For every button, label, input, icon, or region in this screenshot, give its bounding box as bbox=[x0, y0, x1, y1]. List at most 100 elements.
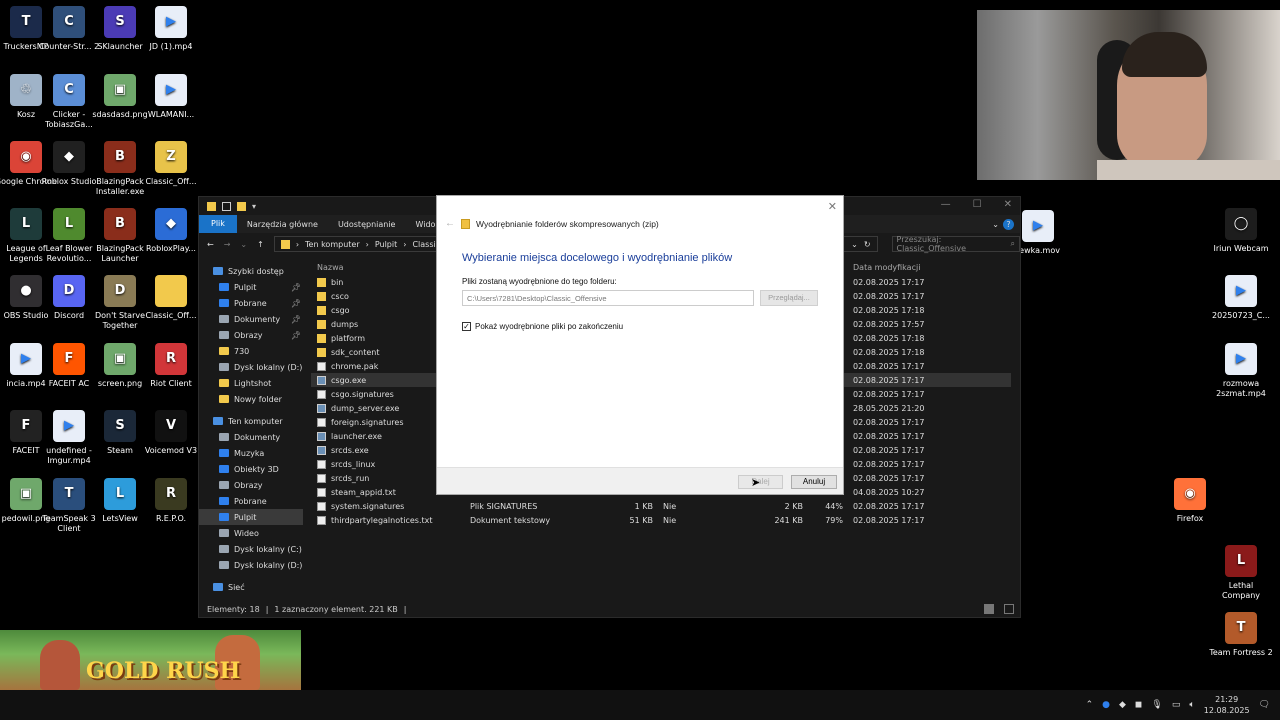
file-protected: Nie bbox=[663, 515, 677, 525]
app-icon: B bbox=[104, 141, 136, 173]
nav-item[interactable]: Pulpit 📌︎ bbox=[199, 279, 303, 295]
app-icon: C bbox=[53, 74, 85, 106]
desktop-icon[interactable]: V Voicemod V3 bbox=[139, 410, 203, 456]
desktop-icon-label: Iriun Webcam bbox=[1213, 244, 1269, 253]
nav-item[interactable]: Pobrane bbox=[199, 493, 303, 509]
desktop-icon[interactable]: ▶ 20250723_C... bbox=[1209, 275, 1273, 321]
desktop-icon[interactable]: R Riot Client bbox=[139, 343, 203, 389]
desktop-icon[interactable]: Classic_Off... bbox=[139, 275, 203, 321]
tab-narzedzia-glowne[interactable]: Narzędzia główne bbox=[237, 220, 328, 229]
nav-item[interactable]: Lightshot bbox=[199, 375, 303, 391]
pin-icon[interactable]: 📌︎ bbox=[291, 315, 301, 324]
tab-udostepnianie[interactable]: Udostępnianie bbox=[328, 220, 406, 229]
nav-item[interactable]: Dysk lokalny (C:) bbox=[199, 541, 303, 557]
column-date[interactable]: Data modyfikacji bbox=[853, 263, 920, 272]
file-row[interactable]: thirdpartylegalnotices.txt Dokument tekst… bbox=[311, 513, 1011, 527]
clock[interactable]: 21:29 12.08.2025 bbox=[1204, 694, 1250, 716]
nav-item-label: Ten komputer bbox=[228, 416, 283, 426]
desktop-icon[interactable]: ▶ WLAMANI... bbox=[139, 74, 203, 120]
nav-item[interactable]: Pulpit bbox=[199, 509, 303, 525]
nav-item-label: Pobrane bbox=[234, 496, 267, 506]
close-icon[interactable]: ✕ bbox=[828, 200, 837, 213]
breadcrumb-item[interactable]: Ten komputer bbox=[305, 240, 360, 249]
desktop-icon[interactable]: ▶ JD (1).mp4 bbox=[139, 6, 203, 52]
nav-item-icon bbox=[213, 267, 223, 275]
desktop-icon[interactable]: L Lethal Company bbox=[1209, 545, 1273, 601]
nav-item[interactable]: Dysk lokalny (D:) bbox=[199, 359, 303, 375]
dialog-header: ← Wyodrębnianie folderów skompresowanych… bbox=[445, 218, 659, 229]
nav-item[interactable]: Ten komputer bbox=[199, 413, 303, 429]
nav-item-label: Muzyka bbox=[234, 448, 265, 458]
address-dropdown-icon[interactable]: ⌄ bbox=[851, 240, 858, 249]
file-icon bbox=[317, 417, 326, 427]
desktop-icon[interactable]: Z Classic_Off... bbox=[139, 141, 203, 187]
up-arrow-icon[interactable]: ↑ bbox=[257, 240, 264, 249]
network-icon[interactable]: ▭ bbox=[1172, 700, 1181, 710]
nav-item[interactable]: Obrazy bbox=[199, 477, 303, 493]
desktop-icon[interactable]: ◆ RobloxPlay... bbox=[139, 208, 203, 254]
back-arrow-icon[interactable]: ← bbox=[207, 240, 214, 249]
app-icon: C bbox=[53, 6, 85, 38]
nav-item-label: Dysk lokalny (D:) bbox=[234, 362, 303, 372]
notifications-icon[interactable]: 🗨︎ bbox=[1259, 700, 1270, 710]
nav-item[interactable]: Muzyka bbox=[199, 445, 303, 461]
help-icon[interactable]: ? bbox=[1003, 218, 1014, 230]
nav-item-icon bbox=[219, 347, 229, 355]
large-icons-view-icon[interactable] bbox=[1004, 604, 1014, 614]
nav-item[interactable]: Dokumenty bbox=[199, 429, 303, 445]
forward-arrow-icon[interactable]: → bbox=[224, 240, 231, 249]
tray-app-icon[interactable]: ◼ bbox=[1135, 700, 1142, 710]
pin-icon[interactable]: 📌︎ bbox=[291, 331, 301, 340]
microphone-icon[interactable]: 🎙︎ bbox=[1151, 700, 1162, 710]
desktop-icon[interactable]: ◯ Iriun Webcam bbox=[1209, 208, 1273, 254]
minimize-icon[interactable]: — bbox=[941, 199, 951, 210]
file-row[interactable]: system.signatures Plik SIGNATURES 1 KB Nie 2… bbox=[311, 499, 1011, 513]
desktop-icon[interactable]: R R.E.P.O. bbox=[139, 478, 203, 524]
browse-button[interactable]: Przeglądaj... bbox=[760, 290, 818, 306]
nav-item[interactable]: Dysk lokalny (D:) bbox=[199, 557, 303, 573]
recent-dropdown-icon[interactable]: ⌄ bbox=[240, 240, 247, 249]
nav-item[interactable]: Sieć bbox=[199, 579, 303, 595]
folder-icon bbox=[317, 305, 326, 315]
nav-item[interactable]: Dokumenty 📌︎ bbox=[199, 311, 303, 327]
nav-item[interactable]: Pobrane 📌︎ bbox=[199, 295, 303, 311]
destination-label: Pliki zostaną wyodrębnione do tego folde… bbox=[462, 277, 617, 286]
chevron-down-icon[interactable]: ⌄ bbox=[988, 220, 1003, 229]
breadcrumb-item[interactable]: Pulpit bbox=[375, 240, 397, 249]
checkbox-icon[interactable] bbox=[222, 201, 231, 211]
destination-path-input[interactable]: C:\Users\7281\Desktop\Classic_Offensive bbox=[462, 290, 754, 306]
back-arrow-icon[interactable]: ← bbox=[445, 218, 455, 229]
pin-icon[interactable]: 📌︎ bbox=[291, 299, 301, 308]
zip-folder-icon bbox=[461, 218, 470, 229]
close-icon[interactable]: ✕ bbox=[1004, 199, 1012, 210]
file-protected: Nie bbox=[663, 501, 677, 511]
desktop-icon[interactable]: ◉ Firefox bbox=[1158, 478, 1222, 524]
maximize-icon[interactable]: ☐ bbox=[973, 199, 982, 210]
nav-item[interactable]: Obiekty 3D bbox=[199, 461, 303, 477]
nav-item-icon bbox=[219, 545, 229, 553]
nav-item[interactable]: Nowy folder bbox=[199, 391, 303, 407]
nav-item[interactable]: Wideo bbox=[199, 525, 303, 541]
details-view-icon[interactable] bbox=[984, 604, 994, 614]
nav-item[interactable]: Szybki dostęp bbox=[199, 263, 303, 279]
show-files-checkbox-row[interactable]: ✓ Pokaż wyodrębnione pliki po zakończeni… bbox=[462, 322, 623, 331]
tab-plik[interactable]: Plik bbox=[199, 215, 237, 233]
desktop-icon[interactable]: T Team Fortress 2 bbox=[1209, 612, 1273, 658]
nav-item[interactable]: 730 bbox=[199, 343, 303, 359]
next-button[interactable]: Dalej bbox=[738, 475, 783, 489]
file-date: 02.08.2025 17:17 bbox=[853, 375, 925, 385]
extract-dialog: ✕ ← Wyodrębnianie folderów skompresowany… bbox=[436, 195, 844, 495]
search-input[interactable]: Przeszukaj: Classic_Offensive ⌕ bbox=[891, 235, 1020, 253]
checkbox[interactable]: ✓ bbox=[462, 322, 471, 331]
tray-app-icon[interactable]: ◆ bbox=[1119, 700, 1126, 710]
quick-access-dropdown-icon[interactable]: ▾ bbox=[252, 202, 256, 211]
show-hidden-icons-icon[interactable]: ⌃ bbox=[1086, 700, 1094, 710]
nav-item-label: Obrazy bbox=[234, 330, 263, 340]
cancel-button[interactable]: Anuluj bbox=[791, 475, 837, 489]
tray-app-icon[interactable]: ● bbox=[1102, 700, 1110, 710]
speaker-icon[interactable]: 🔈︎ bbox=[1189, 700, 1194, 710]
nav-item[interactable]: Obrazy 📌︎ bbox=[199, 327, 303, 343]
desktop-icon[interactable]: ▶ rozmowa 2szmat.mp4 bbox=[1209, 343, 1273, 399]
refresh-icon[interactable]: ↻ bbox=[864, 240, 871, 249]
pin-icon[interactable]: 📌︎ bbox=[291, 283, 301, 292]
